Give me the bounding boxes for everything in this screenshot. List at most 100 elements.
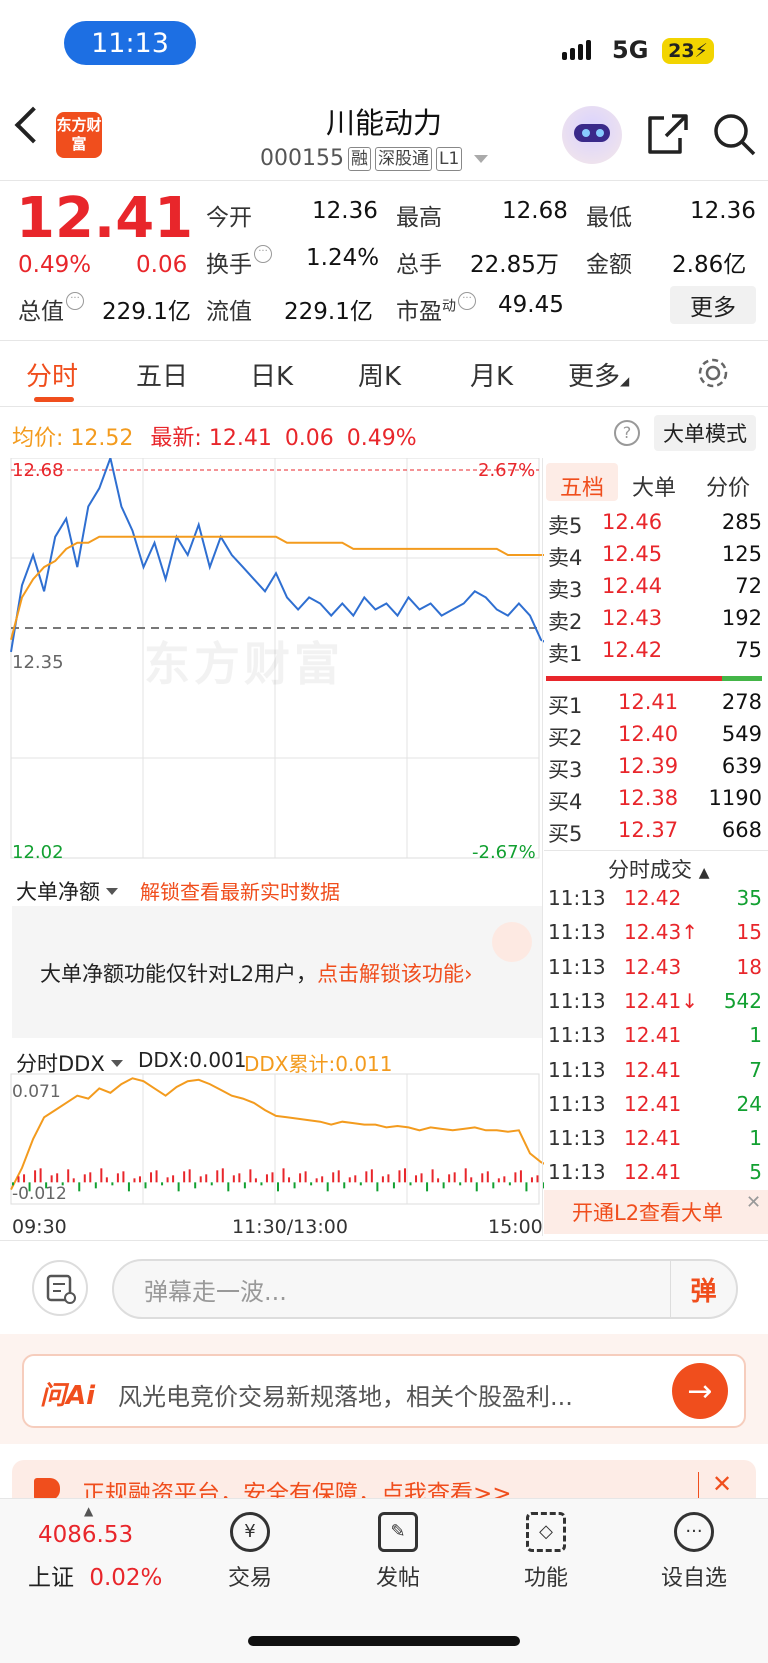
index-name: 上证 [28, 1565, 74, 1591]
arrow-right-icon[interactable]: → [672, 1363, 728, 1419]
ddx-bar [326, 1182, 329, 1192]
comment-list-icon[interactable] [32, 1260, 88, 1316]
trades-title[interactable]: 分时成交 ▲ [608, 854, 709, 884]
ddx-bar [475, 1182, 478, 1192]
back-icon[interactable] [14, 106, 52, 144]
ddx-bar [216, 1170, 219, 1183]
trade-price: 12.43 [624, 954, 682, 979]
ddx-bar [459, 1182, 462, 1186]
sell-level-row: 卖5 12.46 285 [548, 510, 762, 542]
buy-level-row: 买1 12.41 278 [548, 690, 762, 722]
trade-price: 12.41 [624, 1126, 682, 1151]
ddx-bar [299, 1173, 302, 1183]
ddx-bar [221, 1168, 224, 1183]
ddx-bar [420, 1173, 423, 1183]
ddx-bar [409, 1182, 412, 1186]
ddx-bar [514, 1172, 517, 1183]
lock-message: 大单净额功能仅针对L2用户，点击解锁该功能› [40, 962, 473, 986]
tag-connect: 深股通 [374, 146, 432, 171]
trade-time: 11:13 [548, 886, 606, 910]
settings-icon[interactable] [696, 356, 730, 390]
trade-row: 11:13 12.41↓ 542 [548, 989, 762, 1023]
more-button[interactable]: 更多 [670, 286, 756, 324]
tab-weekly-k[interactable]: 周K [358, 356, 401, 393]
l2-banner[interactable]: 开通L2查看大单 [544, 1190, 768, 1234]
tab-more[interactable]: 更多◢ [568, 356, 629, 393]
unlock-link[interactable]: 解锁查看最新实时数据 [140, 876, 340, 905]
ddx-bar [232, 1175, 235, 1183]
avg-label: 均价: [12, 426, 64, 451]
ai-suggestion[interactable]: 风光电竞价交易新规落地，相关个股盈利... [118, 1377, 573, 1412]
ddx-bar [470, 1177, 473, 1183]
divider [544, 850, 768, 851]
ddx-bar [144, 1182, 147, 1189]
open-label: 今开 [206, 205, 252, 231]
close-icon[interactable]: ✕ [746, 1192, 761, 1213]
ddx-bar [310, 1182, 313, 1186]
danmu-button[interactable]: 弹 [670, 1261, 736, 1317]
trade-time: 11:13 [548, 1091, 606, 1116]
level-label: 买1 [548, 694, 583, 718]
ob-tab-five-levels[interactable]: 五档 [560, 470, 604, 502]
ddx-bar [271, 1172, 274, 1183]
ddx-bar [116, 1173, 119, 1183]
ddx-bar [415, 1175, 418, 1183]
amount-label: 金额 [586, 252, 632, 278]
caret-up-icon: ▲ [84, 1504, 94, 1518]
level-volume: 72 [735, 574, 762, 598]
ddx-bar [188, 1169, 191, 1183]
ob-tab-price-dist[interactable]: 分价 [706, 470, 750, 502]
ddx-dropdown[interactable]: 分时DDX [16, 1048, 123, 1078]
ddx-bar [437, 1178, 440, 1183]
level-label: 买4 [548, 790, 583, 814]
high-value: 12.68 [502, 198, 568, 224]
avg-value: 12.52 [70, 426, 134, 451]
ddx-bar [72, 1178, 75, 1183]
upper-pct-label: 2.67% [478, 460, 536, 481]
tab-daily-k[interactable]: 日K [250, 356, 293, 393]
danmu-input[interactable]: 弹幕走一波... [112, 1259, 738, 1319]
ob-tab-large-order[interactable]: 大单 [632, 470, 676, 502]
nav-watchlist[interactable]: ··· 设自选 [644, 1512, 744, 1592]
latest-pct: 0.49% [346, 426, 417, 451]
nav-post[interactable]: ✎ 发帖 [348, 1512, 448, 1592]
buy-level-row: 买3 12.39 639 [548, 754, 762, 786]
mktcap-label: 总值··· [18, 292, 84, 326]
large-order-mode-button[interactable]: 大单模式 [654, 415, 756, 451]
more-icon: ··· [674, 1512, 714, 1552]
tab-five-day[interactable]: 五日 [136, 356, 188, 393]
ddx-min-label: -0.012 [12, 1184, 67, 1204]
trade-price: 12.41↓ [624, 988, 699, 1013]
expand-icon[interactable] [492, 922, 532, 962]
tab-intraday[interactable]: 分时 [26, 356, 78, 393]
nav-trade[interactable]: ¥ 交易 [200, 1512, 300, 1592]
index-value[interactable]: 4086.53 [38, 1522, 133, 1548]
ddx-bar [376, 1182, 379, 1192]
divider [542, 458, 543, 1236]
unlock-cta[interactable]: 点击解锁该功能 [317, 962, 464, 986]
tab-monthly-k[interactable]: 月K [470, 356, 513, 393]
nav-functions[interactable]: ◇ 功能 [496, 1512, 596, 1592]
turnover-value: 1.24% [306, 245, 380, 271]
net-large-order-dropdown[interactable]: 大单净额 [16, 876, 118, 906]
ddx-bar [492, 1182, 495, 1189]
ddx-bar [138, 1176, 141, 1183]
help-icon[interactable]: ? [614, 420, 640, 446]
level-volume: 1190 [708, 786, 762, 810]
level-price: 12.37 [618, 818, 679, 842]
current-price: 12.41 [16, 186, 194, 251]
ddx-bar [34, 1170, 37, 1183]
trade-volume: 1 [749, 1126, 762, 1151]
trade-time: 11:13 [548, 1023, 606, 1048]
level-label: 卖4 [548, 546, 583, 570]
robot-eye [596, 129, 604, 137]
search-icon[interactable] [712, 112, 758, 158]
share-icon[interactable] [646, 112, 690, 156]
index-row[interactable]: 上证 0.02% [28, 1558, 162, 1592]
stock-code-row[interactable]: 000155 融 深股通 L1 [260, 146, 489, 171]
close-icon[interactable]: ✕ [712, 1470, 732, 1498]
intraday-chart[interactable] [10, 458, 544, 1228]
ai-logo: 问Ai [40, 1381, 96, 1411]
ddx-bar [227, 1182, 230, 1192]
pe-value: 49.45 [498, 292, 564, 318]
